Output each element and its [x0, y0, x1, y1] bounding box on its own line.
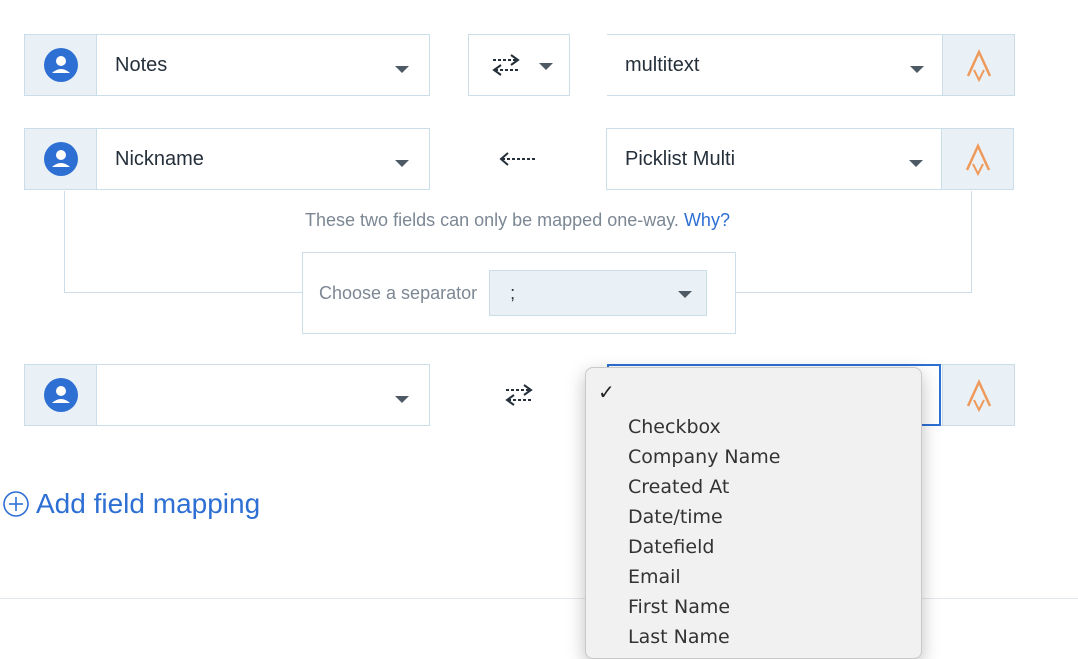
separator-panel: Choose a separator ; — [302, 252, 736, 334]
left-field-value: Nickname — [115, 147, 204, 170]
right-field-value: multitext — [625, 53, 700, 76]
dropdown-option[interactable]: Checkbox — [628, 415, 780, 445]
chevron-down-icon — [395, 396, 409, 403]
mapping-row-2: Nickname Picklist Multi — [0, 128, 1078, 192]
separator-select[interactable]: ; — [489, 270, 708, 316]
field-dropdown-menu: ✓ Checkbox Company Name Created At Date/tim… — [585, 367, 922, 659]
left-field-select-2[interactable]: Nickname — [24, 128, 430, 190]
add-field-mapping-label: Add field mapping — [36, 488, 261, 519]
one-way-direction — [498, 128, 538, 190]
why-link[interactable]: Why? — [684, 210, 730, 230]
chevron-down-icon — [909, 160, 923, 167]
dropdown-option[interactable]: Created At — [628, 475, 780, 505]
two-way-arrows-icon — [492, 54, 520, 76]
contact-app-icon — [25, 35, 97, 95]
left-field-select-3[interactable] — [24, 364, 430, 426]
right-field-select-2[interactable]: Picklist Multi — [606, 128, 1014, 190]
chevron-down-icon — [910, 66, 924, 73]
left-field-value: Notes — [115, 53, 168, 76]
one-way-notice: These two fields can only be mapped one-… — [0, 210, 1035, 231]
contact-app-icon — [25, 129, 97, 189]
sync-direction-toggle[interactable] — [502, 364, 536, 426]
chevron-down-icon — [539, 63, 553, 70]
dropdown-option[interactable]: Datefield — [628, 535, 780, 565]
separator-value: ; — [510, 282, 516, 303]
right-field-select-1[interactable]: multitext — [607, 34, 1015, 96]
checkmark-icon: ✓ — [598, 380, 615, 404]
dropdown-option[interactable]: Last Name — [628, 625, 780, 655]
app-logo-icon — [942, 365, 1014, 425]
app-logo-icon — [941, 129, 1013, 189]
chevron-down-icon — [678, 291, 693, 298]
chevron-down-icon — [395, 66, 409, 73]
add-field-mapping-link[interactable]: Add field mapping — [2, 488, 260, 520]
app-logo-icon — [942, 35, 1014, 95]
two-way-arrows-icon — [505, 384, 533, 406]
left-field-select-1[interactable]: Notes — [24, 34, 430, 96]
separator-label: Choose a separator — [319, 282, 478, 303]
plus-circle-icon — [3, 491, 29, 517]
dropdown-option[interactable]: First Name — [628, 595, 780, 625]
sync-direction-select[interactable] — [468, 34, 570, 96]
left-arrow-icon — [499, 152, 536, 166]
dropdown-option[interactable]: Date/time — [628, 505, 780, 535]
notice-text: These two fields can only be mapped one-… — [305, 210, 679, 230]
dropdown-option[interactable]: Company Name — [628, 445, 780, 475]
dropdown-options: Checkbox Company Name Created At Date/time D… — [628, 415, 780, 655]
mapping-row-1: Notes multitext — [0, 34, 1078, 98]
right-field-value: Picklist Multi — [625, 147, 736, 170]
chevron-down-icon — [395, 160, 409, 167]
dropdown-option[interactable]: Email — [628, 565, 780, 595]
contact-app-icon — [25, 365, 97, 425]
